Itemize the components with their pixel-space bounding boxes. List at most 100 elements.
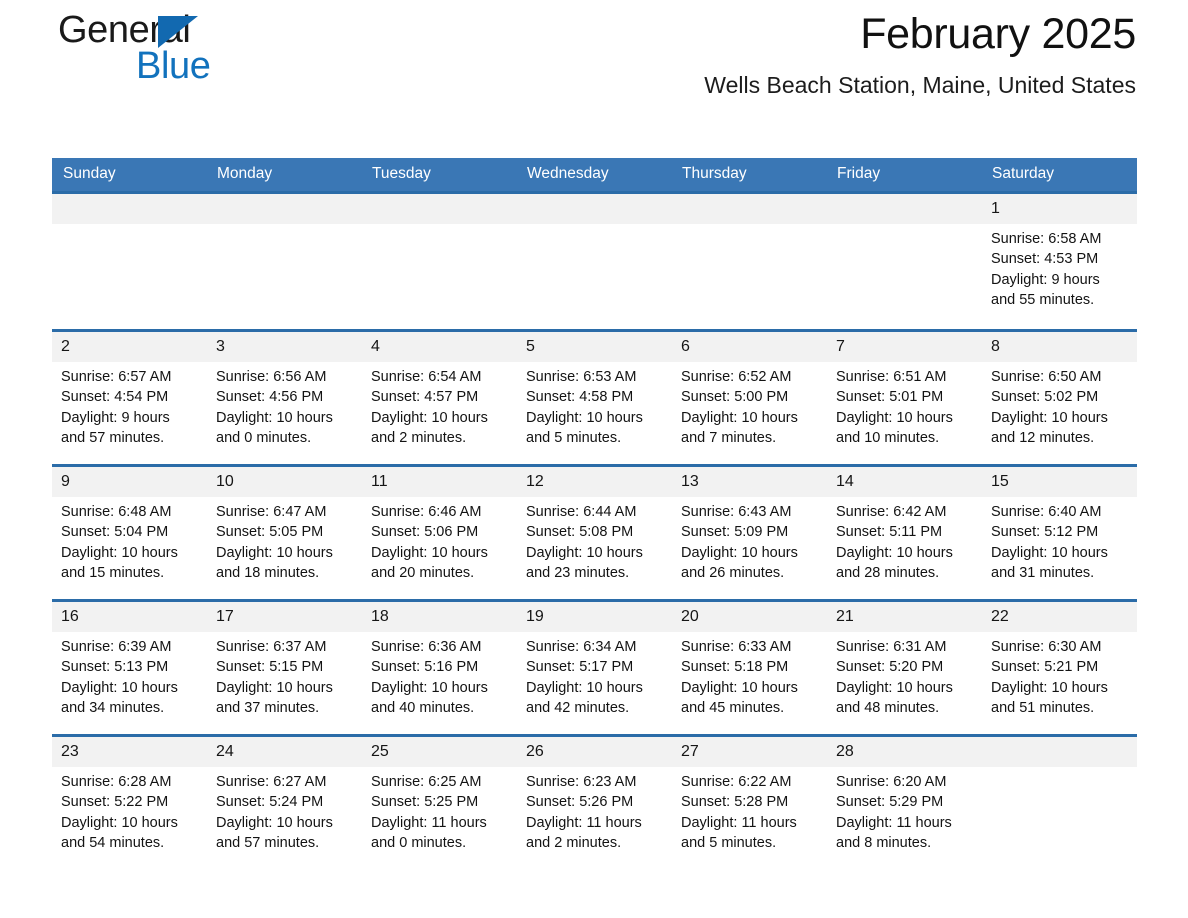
day-sun-details [362,224,517,229]
day-number: 13 [672,467,827,497]
day-sun-details [207,224,362,229]
day-cell-inner: 11 Sunrise: 6:46 AM Sunset: 5:06 PM Dayli… [362,467,517,599]
calendar-day-cell[interactable]: 20 Sunrise: 6:33 AM Sunset: 5:18 PM Dayli… [672,599,827,736]
calendar-day-cell[interactable]: 26 Sunrise: 6:23 AM Sunset: 5:26 PM Dayli… [517,734,672,867]
day-sun-details: Sunrise: 6:50 AM Sunset: 5:02 PM Dayligh… [991,369,1108,446]
day-cell-inner: 12 Sunrise: 6:44 AM Sunset: 5:08 PM Dayli… [517,467,672,599]
day-sun-details: Sunrise: 6:43 AM Sunset: 5:09 PM Dayligh… [681,504,798,581]
day-sun-details: Sunrise: 6:25 AM Sunset: 5:25 PM Dayligh… [371,774,487,851]
location-subtitle: Wells Beach Station, Maine, United State… [704,72,1136,98]
day-number [982,737,1137,767]
brand-logo[interactable]: General Blue [58,8,378,100]
day-cell-inner: 6 Sunrise: 6:52 AM Sunset: 5:00 PM Daylig… [672,332,827,464]
day-sun-details: Sunrise: 6:58 AM Sunset: 4:53 PM Dayligh… [991,231,1102,308]
day-number: 9 [52,467,207,497]
calendar-day-cell[interactable]: 8 Sunrise: 6:50 AM Sunset: 5:02 PM Daylig… [982,329,1137,466]
calendar-day-cell[interactable]: 12 Sunrise: 6:44 AM Sunset: 5:08 PM Dayli… [517,464,672,601]
calendar-day-cell[interactable]: 10 Sunrise: 6:47 AM Sunset: 5:05 PM Dayli… [207,464,362,601]
day-cell-inner: 4 Sunrise: 6:54 AM Sunset: 4:57 PM Daylig… [362,332,517,464]
day-cell-inner: 14 Sunrise: 6:42 AM Sunset: 5:11 PM Dayli… [827,467,982,599]
calendar-day-cell[interactable]: 4 Sunrise: 6:54 AM Sunset: 4:57 PM Daylig… [362,329,517,466]
day-cell-inner: 26 Sunrise: 6:23 AM Sunset: 5:26 PM Dayli… [517,737,672,867]
calendar-day-cell[interactable]: 24 Sunrise: 6:27 AM Sunset: 5:24 PM Dayli… [207,734,362,867]
day-cell-inner: 27 Sunrise: 6:22 AM Sunset: 5:28 PM Dayli… [672,737,827,867]
day-sun-details [672,224,827,229]
day-cell-inner: 2 Sunrise: 6:57 AM Sunset: 4:54 PM Daylig… [52,332,207,464]
title-block: February 2025 Wells Beach Station, Maine… [704,0,1136,100]
day-number [52,194,207,224]
day-cell-inner: 1 Sunrise: 6:58 AM Sunset: 4:53 PM Daylig… [982,194,1137,329]
day-sun-details: Sunrise: 6:20 AM Sunset: 5:29 PM Dayligh… [836,774,952,851]
day-cell-inner: 5 Sunrise: 6:53 AM Sunset: 4:58 PM Daylig… [517,332,672,464]
calendar-day-cell[interactable]: 1 Sunrise: 6:58 AM Sunset: 4:53 PM Daylig… [982,191,1137,331]
day-number [362,194,517,224]
day-cell-inner: 24 Sunrise: 6:27 AM Sunset: 5:24 PM Dayli… [207,737,362,867]
day-cell-inner: 19 Sunrise: 6:34 AM Sunset: 5:17 PM Dayli… [517,602,672,734]
calendar-day-cell[interactable]: 25 Sunrise: 6:25 AM Sunset: 5:25 PM Dayli… [362,734,517,867]
day-number [517,194,672,224]
day-sun-details: Sunrise: 6:28 AM Sunset: 5:22 PM Dayligh… [61,774,178,851]
weekday-header-tuesday: Tuesday [362,158,517,193]
calendar-day-cell[interactable]: 27 Sunrise: 6:22 AM Sunset: 5:28 PM Dayli… [672,734,827,867]
calendar-day-cell[interactable]: 5 Sunrise: 6:53 AM Sunset: 4:58 PM Daylig… [517,329,672,466]
calendar-week-row: 23 Sunrise: 6:28 AM Sunset: 5:22 PM Dayli… [52,734,1137,867]
day-sun-details: Sunrise: 6:36 AM Sunset: 5:16 PM Dayligh… [371,639,488,716]
day-number: 11 [362,467,517,497]
weekday-header-sunday: Sunday [52,158,207,193]
day-cell-inner [362,194,517,329]
day-cell-inner [207,194,362,329]
day-number: 2 [52,332,207,362]
day-sun-details [517,224,672,229]
page-header: General Blue February 2025 Wells Beach S… [52,0,1136,110]
calendar-day-cell[interactable]: 13 Sunrise: 6:43 AM Sunset: 5:09 PM Dayli… [672,464,827,601]
day-number: 27 [672,737,827,767]
day-cell-inner [827,194,982,329]
day-number [672,194,827,224]
calendar-day-cell[interactable]: 15 Sunrise: 6:40 AM Sunset: 5:12 PM Dayli… [982,464,1137,601]
calendar-day-cell[interactable]: 11 Sunrise: 6:46 AM Sunset: 5:06 PM Dayli… [362,464,517,601]
calendar-day-cell[interactable]: 28 Sunrise: 6:20 AM Sunset: 5:29 PM Dayli… [827,734,982,867]
day-number: 17 [207,602,362,632]
calendar-day-cell[interactable]: 14 Sunrise: 6:42 AM Sunset: 5:11 PM Dayli… [827,464,982,601]
day-cell-inner [672,194,827,329]
day-cell-inner: 17 Sunrise: 6:37 AM Sunset: 5:15 PM Dayli… [207,602,362,734]
calendar-week-row: 1 Sunrise: 6:58 AM Sunset: 4:53 PM Daylig… [52,191,1137,331]
day-number: 26 [517,737,672,767]
day-cell-inner: 13 Sunrise: 6:43 AM Sunset: 5:09 PM Dayli… [672,467,827,599]
calendar-day-cell[interactable]: 21 Sunrise: 6:31 AM Sunset: 5:20 PM Dayli… [827,599,982,736]
calendar-day-cell[interactable]: 22 Sunrise: 6:30 AM Sunset: 5:21 PM Dayli… [982,599,1137,736]
day-cell-inner [982,737,1137,867]
day-sun-details: Sunrise: 6:53 AM Sunset: 4:58 PM Dayligh… [526,369,643,446]
calendar-day-cell[interactable]: 2 Sunrise: 6:57 AM Sunset: 4:54 PM Daylig… [52,329,207,466]
weekday-header-monday: Monday [207,158,362,193]
calendar-day-cell[interactable]: 19 Sunrise: 6:34 AM Sunset: 5:17 PM Dayli… [517,599,672,736]
day-number: 7 [827,332,982,362]
calendar-day-cell[interactable]: 6 Sunrise: 6:52 AM Sunset: 5:00 PM Daylig… [672,329,827,466]
calendar-day-cell[interactable]: 3 Sunrise: 6:56 AM Sunset: 4:56 PM Daylig… [207,329,362,466]
brand-name-blue: Blue [136,45,211,87]
day-cell-inner: 9 Sunrise: 6:48 AM Sunset: 5:04 PM Daylig… [52,467,207,599]
calendar-day-cell[interactable]: 9 Sunrise: 6:48 AM Sunset: 5:04 PM Daylig… [52,464,207,601]
calendar-day-cell-empty [207,191,362,331]
day-sun-details: Sunrise: 6:31 AM Sunset: 5:20 PM Dayligh… [836,639,953,716]
calendar-day-cell-empty [517,191,672,331]
day-sun-details: Sunrise: 6:39 AM Sunset: 5:13 PM Dayligh… [61,639,178,716]
day-number: 19 [517,602,672,632]
day-cell-inner: 28 Sunrise: 6:20 AM Sunset: 5:29 PM Dayli… [827,737,982,867]
day-sun-details: Sunrise: 6:44 AM Sunset: 5:08 PM Dayligh… [526,504,643,581]
calendar-day-cell[interactable]: 7 Sunrise: 6:51 AM Sunset: 5:01 PM Daylig… [827,329,982,466]
day-cell-inner: 20 Sunrise: 6:33 AM Sunset: 5:18 PM Dayli… [672,602,827,734]
calendar-day-cell[interactable]: 18 Sunrise: 6:36 AM Sunset: 5:16 PM Dayli… [362,599,517,736]
calendar-day-cell[interactable]: 16 Sunrise: 6:39 AM Sunset: 5:13 PM Dayli… [52,599,207,736]
calendar-body: 1 Sunrise: 6:58 AM Sunset: 4:53 PM Daylig… [52,191,1137,867]
day-sun-details: Sunrise: 6:52 AM Sunset: 5:00 PM Dayligh… [681,369,798,446]
day-sun-details: Sunrise: 6:57 AM Sunset: 4:54 PM Dayligh… [61,369,172,446]
day-sun-details [827,224,982,229]
day-number [207,194,362,224]
calendar-day-cell[interactable]: 17 Sunrise: 6:37 AM Sunset: 5:15 PM Dayli… [207,599,362,736]
day-number: 3 [207,332,362,362]
day-sun-details: Sunrise: 6:27 AM Sunset: 5:24 PM Dayligh… [216,774,333,851]
day-cell-inner: 23 Sunrise: 6:28 AM Sunset: 5:22 PM Dayli… [52,737,207,867]
calendar-day-cell[interactable]: 23 Sunrise: 6:28 AM Sunset: 5:22 PM Dayli… [52,734,207,867]
day-number: 18 [362,602,517,632]
